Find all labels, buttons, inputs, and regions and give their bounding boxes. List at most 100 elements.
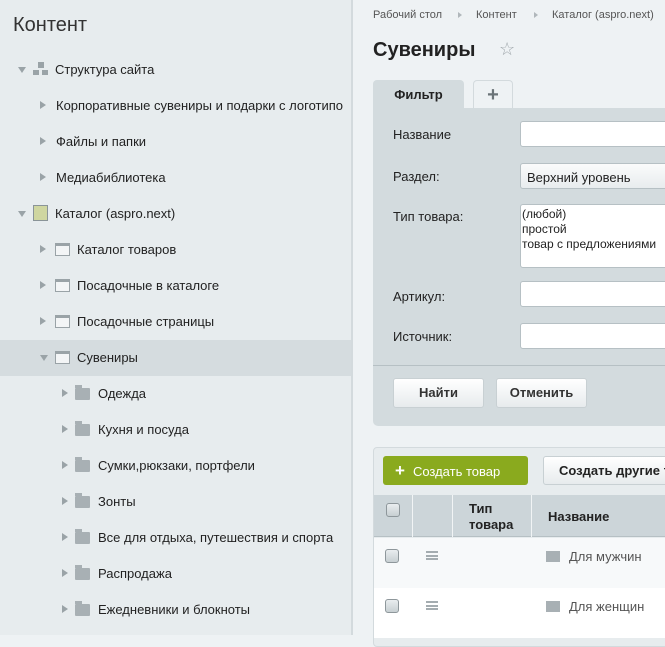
sidebar: Контент Структура сайта Корпоративные сув… bbox=[0, 0, 353, 635]
filter-panel: Название Раздел: Верхний уровень Тип тов… bbox=[373, 108, 665, 426]
folder-icon bbox=[75, 493, 90, 508]
sidebar-item[interactable]: Сумки,рюкзаки, портфели bbox=[0, 448, 351, 484]
sidebar-item-label: Распродажа bbox=[98, 566, 172, 581]
sidebar-item[interactable]: Одежда bbox=[0, 376, 351, 412]
create-product-button[interactable]: + Создать товар bbox=[383, 456, 528, 485]
iblock-icon bbox=[55, 279, 70, 292]
table-row[interactable]: Для женщин bbox=[374, 588, 665, 638]
chevron-right-icon[interactable] bbox=[62, 605, 68, 613]
sidebar-item[interactable]: Каталог (aspro.next) bbox=[0, 196, 351, 232]
type-option[interactable]: товар с предложениями bbox=[522, 237, 665, 252]
chevron-right-icon[interactable] bbox=[62, 425, 68, 433]
row-checkbox[interactable] bbox=[385, 549, 399, 563]
sidebar-item[interactable]: Кухня и посуда bbox=[0, 412, 351, 448]
breadcrumb-separator-icon bbox=[534, 12, 538, 18]
row-checkbox[interactable] bbox=[385, 599, 399, 613]
sidebar-item-label: Каталог (aspro.next) bbox=[55, 206, 176, 221]
sidebar-item-label: Сувениры bbox=[77, 350, 138, 365]
iblock-icon bbox=[55, 351, 70, 364]
sidebar-item-label: Корпоративные сувениры и подарки с логот… bbox=[56, 98, 344, 113]
chevron-right-icon[interactable] bbox=[62, 497, 68, 505]
type-column-header[interactable]: Тип товара bbox=[452, 495, 531, 537]
chevron-right-icon[interactable] bbox=[62, 461, 68, 469]
sidebar-item[interactable]: Посадочные в каталоге bbox=[0, 268, 351, 304]
sidebar-item-label: Зонты bbox=[98, 494, 136, 509]
type-listbox[interactable]: (любой) простой товар с предложениями bbox=[520, 204, 665, 268]
source-label: Источник: bbox=[393, 329, 453, 344]
folder-icon bbox=[75, 421, 90, 436]
create-product-label: Создать товар bbox=[412, 464, 501, 479]
chevron-right-icon[interactable] bbox=[62, 533, 68, 541]
breadcrumb-item[interactable]: Контент bbox=[476, 9, 517, 21]
sidebar-item-label: Одежда bbox=[98, 386, 147, 401]
table-row[interactable]: Для мужчин bbox=[374, 538, 665, 588]
article-label: Артикул: bbox=[393, 289, 446, 304]
section-label: Раздел: bbox=[393, 169, 440, 184]
sidebar-item[interactable]: Медиабиблиотека bbox=[0, 160, 351, 196]
section-select[interactable]: Верхний уровень bbox=[520, 163, 665, 189]
site-structure-icon bbox=[33, 62, 48, 75]
sidebar-item[interactable]: Все для отдыха, путешествия и спорта bbox=[0, 520, 351, 556]
chevron-right-icon[interactable] bbox=[40, 101, 46, 109]
create-other-button[interactable]: Создать другие т bbox=[543, 456, 665, 485]
chevron-right-icon[interactable] bbox=[40, 137, 46, 145]
folder-icon bbox=[75, 457, 90, 472]
chevron-down-icon[interactable] bbox=[18, 211, 26, 217]
row-menu-icon[interactable] bbox=[426, 601, 438, 610]
chevron-down-icon[interactable] bbox=[40, 355, 48, 361]
folder-icon bbox=[75, 385, 90, 400]
sidebar-title: Контент bbox=[13, 14, 88, 36]
type-label: Тип товара: bbox=[393, 209, 464, 224]
chevron-right-icon[interactable] bbox=[40, 317, 46, 325]
cancel-button[interactable]: Отменить bbox=[496, 378, 587, 408]
sidebar-item-label: Посадочные страницы bbox=[77, 314, 215, 329]
name-input[interactable] bbox=[520, 121, 665, 147]
grid-header: Тип товара Название bbox=[374, 495, 665, 537]
tab-filter[interactable]: Фильтр bbox=[373, 80, 464, 109]
chevron-right-icon[interactable] bbox=[62, 389, 68, 397]
iblock-icon bbox=[55, 243, 70, 256]
add-tab-button[interactable]: + bbox=[473, 80, 513, 109]
sidebar-item[interactable]: Структура сайта bbox=[0, 52, 351, 88]
article-input[interactable] bbox=[520, 281, 665, 307]
sidebar-item-label: Кухня и посуда bbox=[98, 422, 189, 437]
source-input[interactable] bbox=[520, 323, 665, 349]
chevron-right-icon[interactable] bbox=[40, 281, 46, 289]
folder-icon bbox=[546, 551, 560, 562]
folder-icon bbox=[546, 601, 560, 612]
folder-icon bbox=[75, 565, 90, 580]
folder-icon bbox=[75, 601, 90, 616]
sidebar-item-label: Сумки,рюкзаки, портфели bbox=[98, 458, 255, 473]
sidebar-item[interactable]: Посадочные страницы bbox=[0, 304, 351, 340]
sidebar-item-label: Каталог товаров bbox=[77, 242, 177, 257]
breadcrumb-item[interactable]: Рабочий стол bbox=[373, 9, 442, 21]
sidebar-item[interactable]: Распродажа bbox=[0, 556, 351, 592]
sidebar-item[interactable]: Каталог товаров bbox=[0, 232, 351, 268]
name-column-header[interactable]: Название bbox=[531, 495, 665, 537]
row-name-link[interactable]: Для мужчин bbox=[569, 549, 642, 564]
type-option[interactable]: (любой) bbox=[522, 207, 665, 222]
breadcrumb-separator-icon bbox=[458, 12, 462, 18]
grid: + Создать товар Создать другие т Тип това… bbox=[373, 447, 665, 647]
catalog-icon bbox=[33, 205, 48, 221]
breadcrumb-item[interactable]: Каталог (aspro.next) bbox=[552, 9, 654, 21]
chevron-down-icon[interactable] bbox=[18, 67, 26, 73]
type-option[interactable]: простой bbox=[522, 222, 665, 237]
sidebar-item-label: Посадочные в каталоге bbox=[77, 278, 220, 293]
chevron-right-icon[interactable] bbox=[62, 569, 68, 577]
chevron-right-icon[interactable] bbox=[40, 173, 46, 181]
sidebar-item-label: Структура сайта bbox=[55, 62, 155, 77]
sidebar-item[interactable]: Сувениры bbox=[0, 340, 351, 376]
sidebar-item[interactable]: Файлы и папки bbox=[0, 124, 351, 160]
row-menu-icon[interactable] bbox=[426, 551, 438, 560]
sidebar-item[interactable]: Ежедневники и блокноты bbox=[0, 592, 351, 628]
find-button[interactable]: Найти bbox=[393, 378, 484, 408]
sidebar-item[interactable]: Зонты bbox=[0, 484, 351, 520]
row-name-link[interactable]: Для женщин bbox=[569, 599, 644, 614]
name-label: Название bbox=[393, 127, 452, 142]
sidebar-item-label: Ежедневники и блокноты bbox=[98, 602, 251, 617]
select-all-checkbox[interactable] bbox=[386, 503, 400, 517]
sidebar-item[interactable]: Корпоративные сувениры и подарки с логот… bbox=[0, 88, 351, 124]
star-icon[interactable]: ☆ bbox=[499, 39, 515, 60]
chevron-right-icon[interactable] bbox=[40, 245, 46, 253]
